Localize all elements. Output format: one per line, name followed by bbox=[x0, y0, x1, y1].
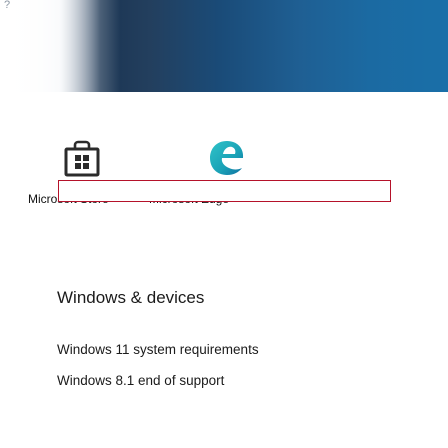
section-title-windows-devices: Windows & devices bbox=[57, 288, 205, 307]
link-windows-8-1-end-of-support[interactable]: Windows 8.1 end of support bbox=[57, 373, 224, 388]
link-windows-11-requirements[interactable]: Windows 11 system requirements bbox=[57, 342, 259, 357]
edge-icon bbox=[210, 141, 244, 175]
highlighted-empty-field[interactable] bbox=[58, 180, 391, 202]
store-bag-icon bbox=[64, 140, 100, 177]
hero-banner: ? bbox=[0, 0, 448, 92]
banner-corner-glyph: ? bbox=[4, 0, 11, 11]
banner-glow bbox=[0, 0, 120, 92]
page: ? Microsoft Store bbox=[0, 0, 448, 448]
